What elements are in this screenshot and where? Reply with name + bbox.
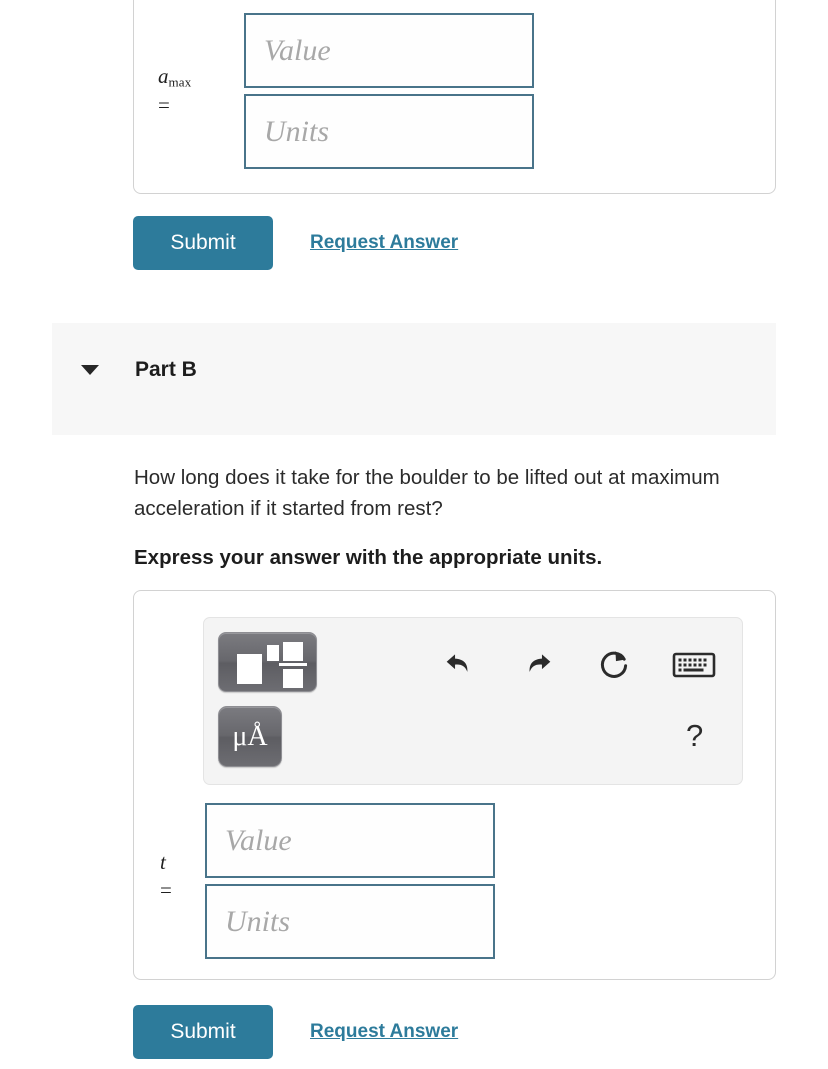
part-b-units-placeholder: Units — [225, 904, 291, 938]
math-template-denominator-box — [283, 669, 303, 688]
part-b-title: Part B — [135, 358, 197, 381]
caret-down-icon[interactable] — [81, 365, 99, 375]
help-label: ? — [686, 718, 704, 753]
part-a-units-placeholder: Units — [264, 114, 330, 148]
part-b-request-answer-link[interactable]: Request Answer — [310, 1021, 458, 1043]
units-button-label: μÅ — [232, 720, 268, 752]
part-a-submit-label: Submit — [170, 231, 236, 254]
part-b-request-answer-label: Request Answer — [310, 1021, 459, 1042]
part-a-variable-subscript: max — [168, 74, 192, 90]
part-b-instruction-text: Express your answer with the appropriate… — [134, 546, 603, 569]
part-a-variable-symbol: a — [158, 64, 169, 88]
part-a-units-input[interactable]: Units — [244, 94, 534, 169]
reset-icon[interactable] — [594, 644, 634, 684]
part-a-equals-sign: = — [158, 92, 170, 117]
part-a-submit-button[interactable]: Submit — [133, 216, 273, 270]
math-template-numerator-box — [283, 642, 303, 661]
units-button[interactable]: μÅ — [218, 706, 282, 767]
part-a-variable-label: amax = — [158, 62, 228, 119]
part-a-request-answer-label: Request Answer — [310, 232, 459, 253]
part-b-value-input[interactable]: Value — [205, 803, 495, 878]
part-a-value-input[interactable]: Value — [244, 13, 534, 88]
part-b-math-toolbar: μÅ ? — [203, 617, 743, 785]
part-b-units-input[interactable]: Units — [205, 884, 495, 959]
part-a-value-placeholder: Value — [264, 33, 331, 67]
math-template-button[interactable] — [218, 632, 317, 692]
part-b-submit-button[interactable]: Submit — [133, 1005, 273, 1059]
math-template-fraction-bar — [279, 663, 307, 666]
part-b-variable-symbol: t — [160, 850, 166, 874]
math-template-superscript-box — [267, 645, 279, 661]
part-a-request-answer-link[interactable]: Request Answer — [310, 232, 458, 254]
undo-icon[interactable] — [440, 644, 480, 684]
help-button[interactable]: ? — [686, 720, 703, 751]
math-template-icon — [237, 654, 262, 684]
redo-icon[interactable] — [517, 644, 557, 684]
part-b-question-text: How long does it take for the boulder to… — [134, 466, 720, 520]
part-b-value-placeholder: Value — [225, 823, 292, 857]
keyboard-icon[interactable] — [670, 648, 718, 682]
part-b-submit-label: Submit — [170, 1020, 236, 1043]
